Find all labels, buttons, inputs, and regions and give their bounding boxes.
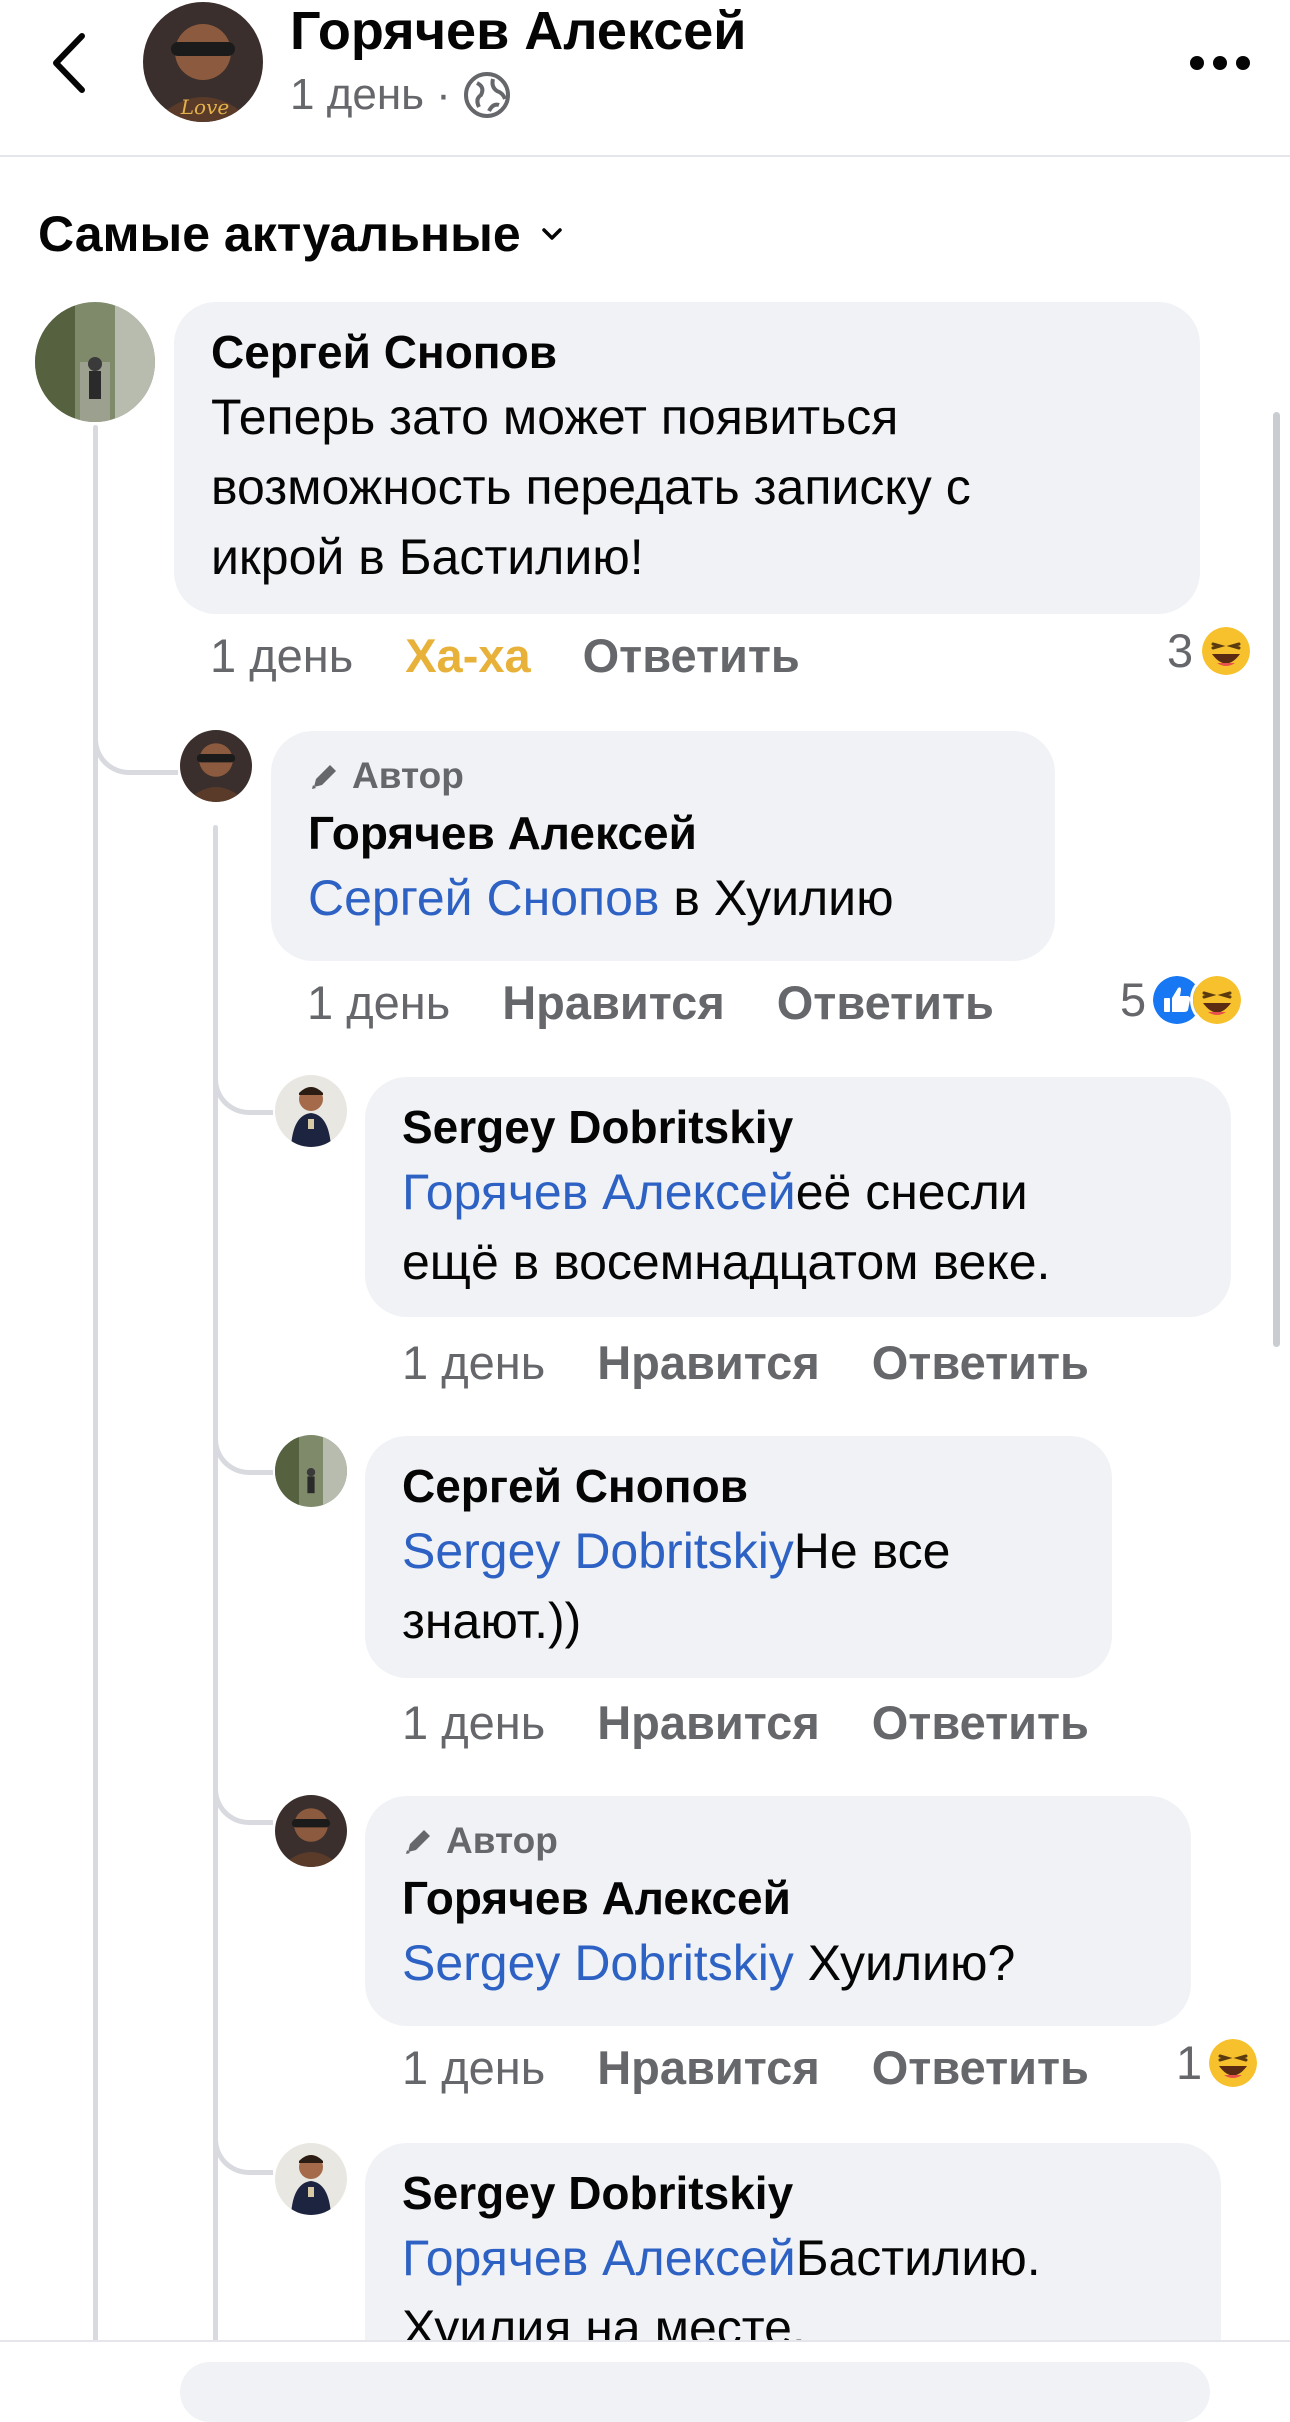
back-button[interactable]	[40, 28, 100, 98]
reaction-summary[interactable]: 1	[1176, 2035, 1261, 2090]
sort-label: Самые актуальные	[38, 206, 521, 262]
mention-link[interactable]: Горячев Алексей	[402, 1164, 796, 1220]
comment-bubble: Сергей Снопов Теперь зато может появитьс…	[174, 302, 1200, 614]
commenter-name[interactable]: Горячев Алексей	[402, 1870, 1154, 1928]
more-options-button[interactable]	[1185, 38, 1255, 88]
comment-text: Sergey DobritskiyНе все знают.))	[402, 1522, 951, 1649]
commenter-name[interactable]: Горячев Алексей	[308, 805, 1018, 863]
mention-link[interactable]: Sergey Dobritskiy	[402, 1935, 794, 1991]
comment-text: Теперь зато может появиться возможность …	[211, 388, 971, 585]
commenter-name[interactable]: Sergey Dobritskiy	[402, 1099, 1194, 1157]
comment-time[interactable]: 1 день	[402, 2040, 545, 2095]
commenter-avatar[interactable]	[275, 1075, 347, 1147]
thread-connector	[93, 690, 178, 775]
reply-button[interactable]: Ответить	[583, 628, 800, 683]
haha-emoji-icon	[1199, 623, 1254, 678]
like-button[interactable]: Нравится	[597, 2040, 820, 2095]
comment-actions: 1 день Нравится Ответить	[402, 2040, 1089, 2095]
comment-actions: 1 день Нравится Ответить	[402, 1695, 1141, 1750]
comment-actions: 1 день Нравится Ответить	[402, 1335, 1141, 1390]
comment-bubble: Автор Горячев Алексей Сергей Снопов в Ху…	[271, 731, 1055, 961]
comment-bubble: Сергей Снопов Sergey DobritskiyНе все зн…	[365, 1436, 1112, 1678]
thread-connector	[213, 2100, 273, 2175]
mention-link[interactable]: Sergey Dobritskiy	[402, 1523, 794, 1579]
scrollbar[interactable]	[1273, 412, 1280, 1347]
comment-text: Sergey Dobritskiy Хуилию?	[402, 1934, 1016, 1991]
reply-button[interactable]: Ответить	[872, 1335, 1089, 1390]
chevron-down-icon	[541, 228, 562, 240]
comment-actions: 1 день Нравится Ответить	[307, 975, 994, 1030]
author-badge: Автор	[402, 1820, 1154, 1862]
post-time[interactable]: 1 день	[290, 70, 424, 120]
like-button[interactable]: Нравится	[597, 1695, 820, 1750]
comment-input[interactable]	[180, 2362, 1210, 2422]
commenter-name[interactable]: Sergey Dobritskiy	[402, 2165, 1184, 2223]
pencil-icon	[406, 1830, 430, 1854]
svg-text:Love: Love	[180, 95, 229, 119]
mention-link[interactable]: Горячев Алексей	[402, 2230, 796, 2286]
thread-connector	[213, 1040, 273, 1115]
haha-emoji-icon	[1190, 972, 1245, 1027]
author-name[interactable]: Горячев Алексей	[290, 0, 746, 62]
commenter-avatar[interactable]	[180, 730, 252, 802]
author-avatar[interactable]: Love	[143, 2, 263, 122]
reaction-summary[interactable]: 3	[1167, 623, 1254, 678]
thread-connector	[213, 1750, 273, 1825]
commenter-avatar[interactable]	[275, 1435, 347, 1507]
like-button[interactable]: Нравится	[597, 1335, 820, 1390]
comment-time[interactable]: 1 день	[402, 1335, 545, 1390]
comment-text: Горячев Алексейеё снесли ещё в восемнадц…	[402, 1163, 1051, 1290]
reply-button[interactable]: Ответить	[777, 975, 994, 1030]
chevron-left-icon	[53, 33, 85, 93]
comment-time[interactable]: 1 день	[307, 975, 450, 1030]
comment-actions: 1 день Ха-ха Ответить	[210, 628, 852, 683]
reaction-summary[interactable]: 5	[1120, 972, 1245, 1027]
commenter-name[interactable]: Сергей Снопов	[211, 324, 1163, 382]
sort-dropdown[interactable]: Самые актуальные	[38, 205, 563, 263]
reply-button[interactable]: Ответить	[872, 2040, 1089, 2095]
author-badge: Автор	[308, 755, 1018, 797]
more-dots-icon	[1190, 56, 1250, 70]
haha-emoji-icon	[1206, 2035, 1261, 2090]
globe-icon	[463, 72, 510, 118]
reaction-button[interactable]: Ха-ха	[405, 628, 530, 683]
meta-separator: ·	[436, 70, 451, 119]
post-header: Love Горячев Алексей 1 день ·	[0, 0, 1290, 157]
commenter-avatar[interactable]	[275, 1795, 347, 1867]
commenter-avatar[interactable]	[275, 2143, 347, 2215]
pencil-icon	[312, 765, 336, 789]
comment-text: Сергей Снопов в Хуилию	[308, 869, 894, 926]
like-button[interactable]: Нравится	[502, 975, 725, 1030]
mention-link[interactable]: Сергей Снопов	[308, 870, 659, 926]
commenter-name[interactable]: Сергей Снопов	[402, 1458, 1075, 1516]
thread-connector	[213, 1400, 273, 1475]
comment-time[interactable]: 1 день	[210, 628, 353, 683]
comment-time[interactable]: 1 день	[402, 1695, 545, 1750]
post-meta: 1 день ·	[290, 70, 511, 120]
commenter-avatar[interactable]	[35, 302, 155, 422]
reply-button[interactable]: Ответить	[872, 1695, 1089, 1750]
comment-bubble: Sergey Dobritskiy Горячев Алексейеё снес…	[365, 1077, 1231, 1317]
comment-bubble: Автор Горячев Алексей Sergey Dobritskiy …	[365, 1796, 1191, 2026]
